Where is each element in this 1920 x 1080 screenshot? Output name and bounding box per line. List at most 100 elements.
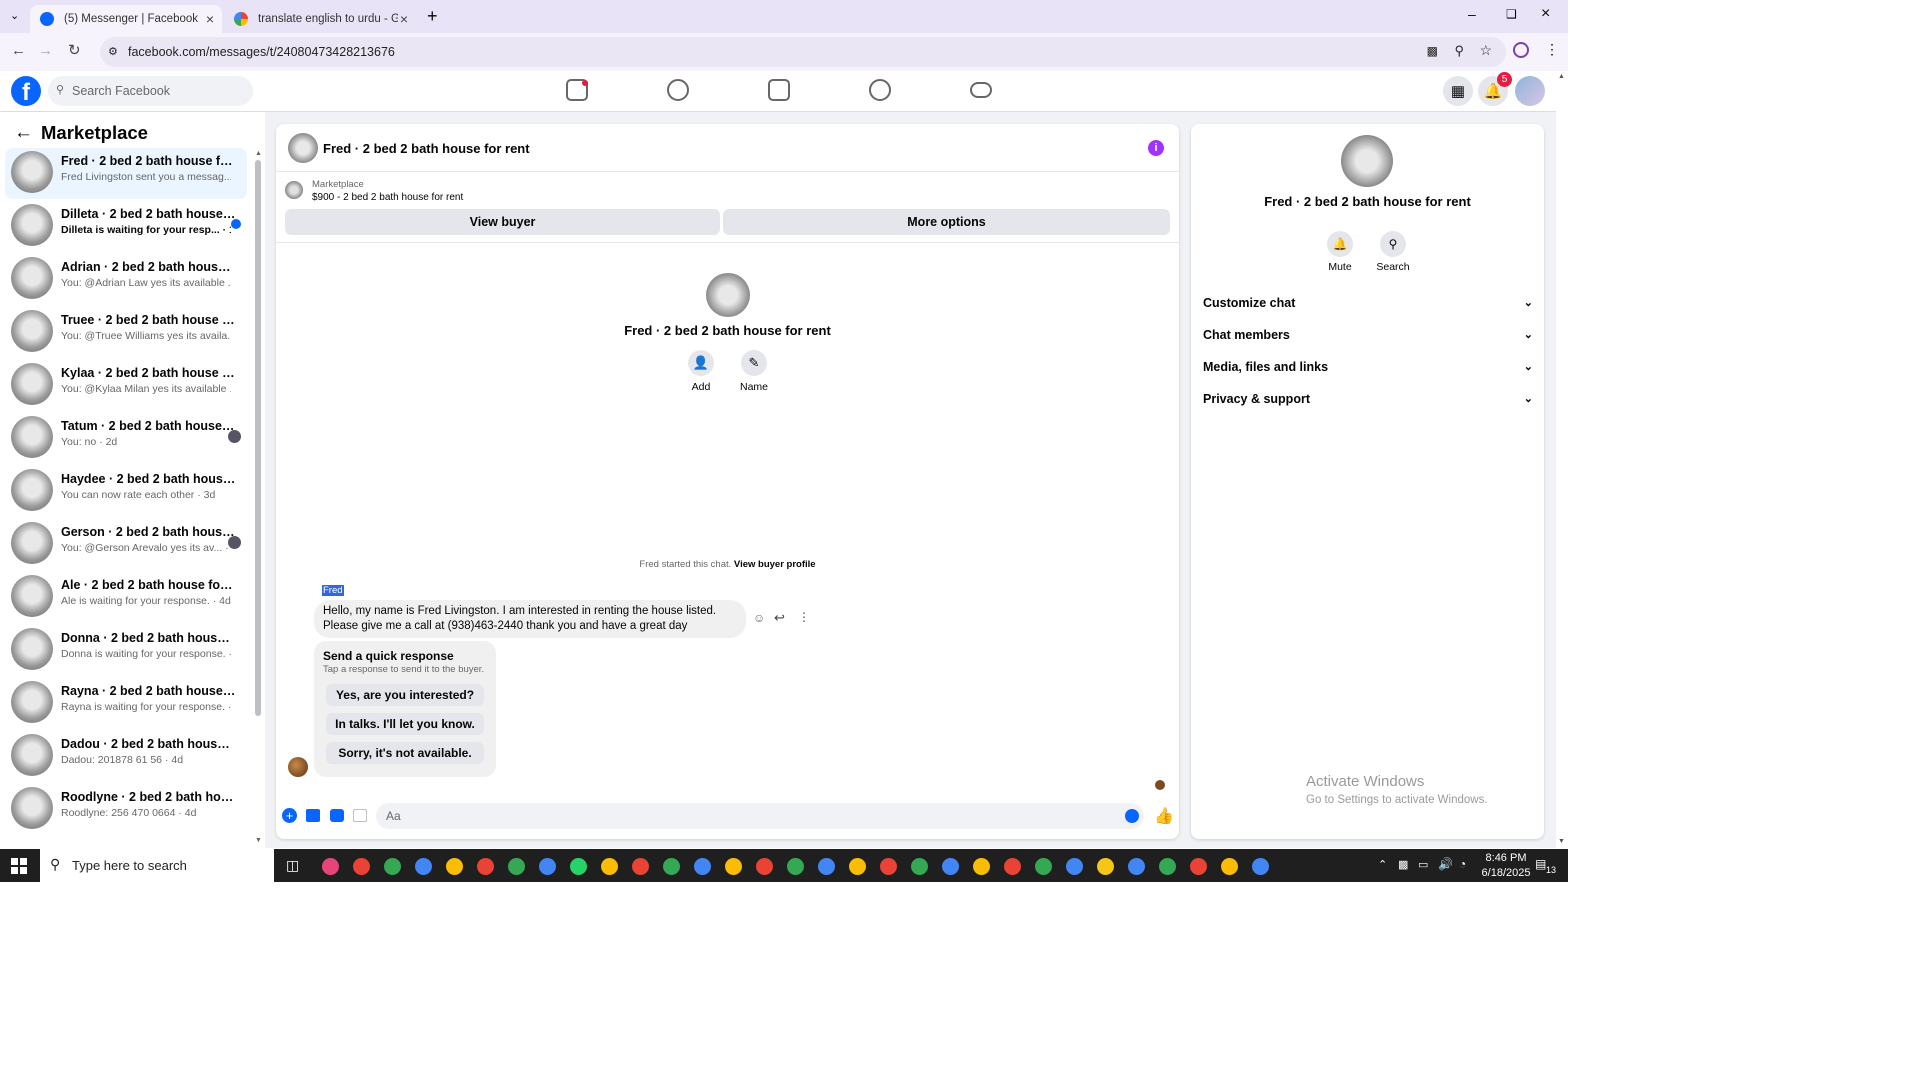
- forward-icon[interactable]: →: [38, 42, 53, 59]
- taskbar-app-icon[interactable]: [384, 858, 401, 875]
- sidebar-scrollbar[interactable]: [255, 160, 261, 716]
- taskbar-app-icon[interactable]: [1252, 858, 1269, 875]
- taskbar-app-icon[interactable]: [477, 858, 494, 875]
- taskbar-app-icon[interactable]: [570, 858, 587, 875]
- meet-icon[interactable]: ▩: [1398, 858, 1408, 871]
- close-tab-icon[interactable]: ×: [206, 11, 214, 27]
- action-center-icon[interactable]: ▤: [1535, 857, 1546, 871]
- taskbar-app-icon[interactable]: [694, 858, 711, 875]
- taskbar-app-icon[interactable]: [1004, 858, 1021, 875]
- groups-icon[interactable]: [869, 79, 891, 101]
- taskbar-app-icon[interactable]: [725, 858, 742, 875]
- info-icon[interactable]: i: [1148, 140, 1164, 156]
- conversation-item[interactable]: Kylaa · 2 bed 2 bath house for r... You: …: [5, 360, 247, 411]
- listing-detail[interactable]: $900 - 2 bed 2 bath house for rent: [312, 192, 463, 203]
- photo-icon[interactable]: [306, 809, 320, 822]
- page-scroll-down-icon[interactable]: ▼: [1558, 838, 1565, 845]
- install-icon[interactable]: ▩: [1427, 44, 1438, 58]
- name-button[interactable]: ✎: [741, 350, 767, 376]
- like-icon[interactable]: 👍: [1154, 806, 1174, 826]
- taskbar-app-icon[interactable]: [849, 858, 866, 875]
- more-actions-icon[interactable]: ⋮: [798, 610, 810, 624]
- sender-avatar[interactable]: [288, 757, 308, 777]
- taskbar-app-icon[interactable]: [1066, 858, 1083, 875]
- add-attachment-icon[interactable]: +: [282, 808, 297, 823]
- taskbar-app-icon[interactable]: [942, 858, 959, 875]
- taskbar-app-icon[interactable]: [322, 858, 339, 875]
- taskbar-app-icon[interactable]: [1190, 858, 1207, 875]
- reload-icon[interactable]: ↻: [68, 41, 81, 59]
- conversation-item[interactable]: Rayna · 2 bed 2 bath house for r... Rayna…: [5, 678, 247, 729]
- taskbar-app-icon[interactable]: [756, 858, 773, 875]
- tab-messenger[interactable]: (5) Messenger | Facebook ×: [30, 5, 222, 33]
- scroll-down-icon[interactable]: ▼: [255, 837, 262, 844]
- url-bar[interactable]: ⚙ facebook.com/messages/t/24080473428213…: [100, 37, 1506, 67]
- details-avatar[interactable]: [1341, 135, 1393, 187]
- reply-icon[interactable]: ↩: [774, 610, 785, 626]
- zoom-icon[interactable]: ⚲: [1454, 43, 1464, 59]
- search-facebook-input[interactable]: ⚲ Search Facebook: [48, 76, 253, 106]
- task-view-icon[interactable]: ◫: [286, 857, 299, 874]
- taskbar-search-input[interactable]: ⚲ Type here to search: [40, 849, 274, 882]
- search-conversation-button[interactable]: ⚲: [1380, 231, 1406, 257]
- browser-menu-icon[interactable]: ⋮: [1545, 41, 1559, 58]
- chat-members-row[interactable]: Chat members ⌄: [1203, 328, 1533, 342]
- privacy-support-row[interactable]: Privacy & support ⌄: [1203, 392, 1533, 406]
- taskbar-app-icon[interactable]: [1035, 858, 1052, 875]
- view-buyer-profile-link[interactable]: View buyer profile: [734, 559, 816, 570]
- emoji-icon[interactable]: [1125, 809, 1139, 823]
- conversation-item[interactable]: Gerson · 2 bed 2 bath house f... You: @Ge…: [5, 519, 247, 570]
- quick-reply-button[interactable]: Sorry, it's not available.: [326, 742, 484, 764]
- tray-chevron-icon[interactable]: ⌃: [1378, 858, 1387, 871]
- chat-header-avatar[interactable]: [288, 133, 318, 163]
- taskbar-app-icon[interactable]: [663, 858, 680, 875]
- page-scroll-up-icon[interactable]: ▲: [1558, 73, 1565, 80]
- quick-reply-button[interactable]: Yes, are you interested?: [326, 684, 484, 706]
- facebook-logo-icon[interactable]: f: [11, 76, 41, 106]
- listing-thumbnail[interactable]: [285, 181, 303, 199]
- gaming-icon[interactable]: [970, 82, 992, 98]
- battery-icon[interactable]: ▭: [1418, 858, 1428, 871]
- taskbar-app-icon[interactable]: [632, 858, 649, 875]
- view-buyer-button[interactable]: View buyer: [285, 209, 720, 235]
- new-tab-icon[interactable]: +: [427, 6, 438, 27]
- taskbar-app-icon[interactable]: [446, 858, 463, 875]
- conversation-item[interactable]: Adrian · 2 bed 2 bath house for ... You: …: [5, 254, 247, 305]
- taskbar-app-icon[interactable]: [508, 858, 525, 875]
- taskbar-app-icon[interactable]: [601, 858, 618, 875]
- windows-start-icon[interactable]: [11, 858, 27, 874]
- menu-grid-button[interactable]: ▦: [1443, 76, 1473, 106]
- customize-chat-row[interactable]: Customize chat ⌄: [1203, 296, 1533, 310]
- close-window-icon[interactable]: ×: [1541, 5, 1550, 23]
- taskbar-app-icon[interactable]: [353, 858, 370, 875]
- tab-translate[interactable]: translate english to urdu - Goo ×: [224, 5, 416, 33]
- taskbar-app-icon[interactable]: [1097, 858, 1114, 875]
- marketplace-icon[interactable]: [768, 79, 790, 101]
- conversation-item[interactable]: Truee · 2 bed 2 bath house for r... You: …: [5, 307, 247, 358]
- maximize-icon[interactable]: ❑: [1506, 7, 1517, 21]
- taskbar-app-icon[interactable]: [415, 858, 432, 875]
- quick-reply-button[interactable]: In talks. I'll let you know.: [326, 713, 484, 735]
- more-options-button[interactable]: More options: [723, 209, 1170, 235]
- taskbar-app-icon[interactable]: [1159, 858, 1176, 875]
- close-tab-icon[interactable]: ×: [400, 11, 408, 27]
- taskbar-app-icon[interactable]: [973, 858, 990, 875]
- friends-icon[interactable]: [667, 79, 689, 101]
- sticker-icon[interactable]: [330, 809, 344, 822]
- clock-date[interactable]: 6/18/2025: [1478, 867, 1534, 879]
- mute-button[interactable]: 🔔: [1327, 231, 1353, 257]
- site-info-icon[interactable]: ⚙: [108, 45, 118, 58]
- network-icon[interactable]: ◔: [1459, 857, 1466, 871]
- profile-icon[interactable]: [1513, 42, 1529, 58]
- react-icon[interactable]: ☺: [753, 611, 765, 625]
- conversation-item[interactable]: Fred · 2 bed 2 bath house for rent Fred L…: [5, 148, 247, 199]
- conversation-item[interactable]: Haydee · 2 bed 2 bath house for... You ca…: [5, 466, 247, 517]
- gif-icon[interactable]: [353, 809, 367, 822]
- taskbar-app-icon[interactable]: [539, 858, 556, 875]
- scroll-up-icon[interactable]: ▲: [255, 150, 262, 157]
- conversation-item[interactable]: Roodlyne · 2 bed 2 bath house f... Roodly…: [5, 784, 247, 835]
- volume-icon[interactable]: 🔊: [1438, 857, 1453, 871]
- conversation-item[interactable]: Dilleta · 2 bed 2 bath house fo... Dillet…: [5, 201, 247, 252]
- conversation-item[interactable]: Ale · 2 bed 2 bath house for rent Ale is …: [5, 572, 247, 623]
- tab-list-icon[interactable]: ⌄: [10, 9, 19, 22]
